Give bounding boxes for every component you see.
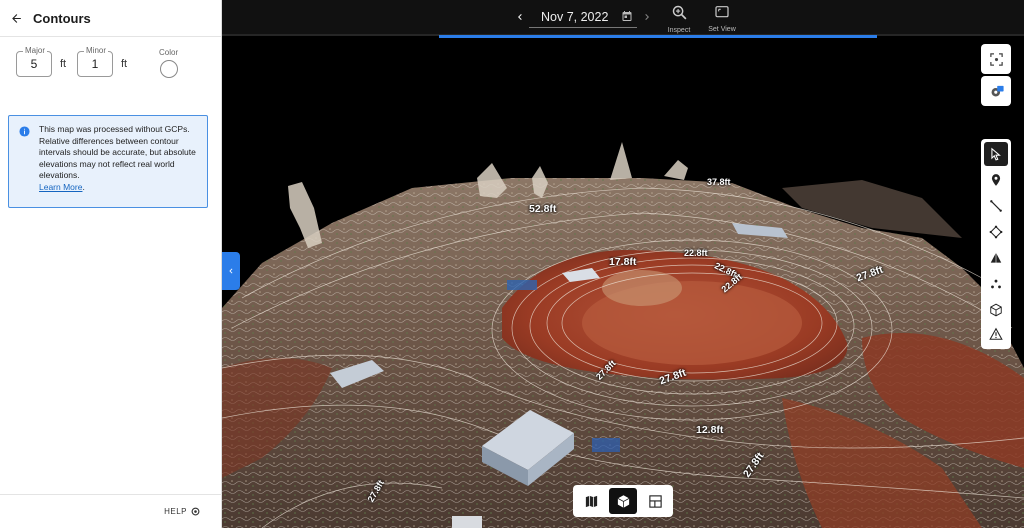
- contour-label: 22.8ft: [684, 248, 708, 258]
- mound-light-patch: [602, 270, 682, 306]
- terrain-3d-view[interactable]: [222, 38, 1024, 528]
- set-view-icon: [715, 6, 729, 18]
- split-layout-icon: [648, 494, 662, 508]
- recenter-button[interactable]: [981, 44, 1011, 74]
- contour-label: 52.8ft: [529, 203, 557, 215]
- set-view-button[interactable]: Set View: [702, 4, 742, 34]
- chevron-left-icon: [518, 14, 522, 20]
- previous-date-button[interactable]: [512, 9, 528, 25]
- cube-icon: [990, 303, 1002, 317]
- help-circle-icon: [191, 507, 200, 516]
- calendar-icon: [622, 11, 632, 21]
- chevron-left-icon: [229, 268, 233, 274]
- inspect-button[interactable]: Inspect: [659, 4, 699, 34]
- minor-interval-field[interactable]: Minor: [77, 45, 113, 77]
- arrow-left-icon: [11, 13, 21, 23]
- minor-interval-label: Minor: [84, 45, 109, 56]
- select-tool[interactable]: [984, 142, 1008, 166]
- 3d-view-button[interactable]: [609, 488, 637, 514]
- 3d-model-tool[interactable]: [984, 298, 1008, 322]
- collapse-panel-button[interactable]: [222, 252, 240, 290]
- location-pin-tool[interactable]: [984, 168, 1008, 192]
- minor-unit: ft: [121, 58, 128, 70]
- map-pin-icon: [991, 174, 1001, 186]
- help-button[interactable]: HELP: [164, 507, 200, 516]
- area-tool[interactable]: [984, 220, 1008, 244]
- chevron-right-icon: [645, 14, 649, 20]
- map-viewport: 52.8ft 37.8ft 22.8ft 17.8ft 22.8ft 22.8f…: [222, 0, 1024, 528]
- cube-icon: [617, 494, 629, 508]
- help-label: HELP: [164, 507, 187, 516]
- issue-tool[interactable]: [984, 322, 1008, 346]
- map-icon: [585, 495, 597, 507]
- date-toolbar: Nov 7, 2022 Inspect Set View: [222, 0, 1024, 36]
- polygon-icon: [989, 225, 1003, 239]
- back-button[interactable]: [8, 10, 24, 26]
- set-view-label: Set View: [708, 26, 736, 33]
- stockpile-icon: [990, 252, 1002, 263]
- contour-label: 12.8ft: [696, 424, 724, 436]
- contour-label: 37.8ft: [707, 177, 731, 187]
- date-selector[interactable]: Nov 7, 2022: [529, 7, 637, 28]
- dots-icon: [991, 279, 1001, 289]
- major-unit: ft: [60, 58, 67, 70]
- date-value: Nov 7, 2022: [541, 10, 609, 24]
- layer-settings-button[interactable]: [981, 76, 1011, 106]
- point-count-tool[interactable]: [984, 272, 1008, 296]
- zoom-in-icon: [672, 5, 686, 20]
- panel-header: Contours: [0, 0, 221, 37]
- view-mode-switcher: [573, 485, 673, 517]
- line-tool[interactable]: [984, 194, 1008, 218]
- cursor-icon: [991, 147, 1001, 161]
- 2d-map-view-button[interactable]: [577, 488, 605, 514]
- warning-icon: [989, 327, 1003, 340]
- split-view-button[interactable]: [641, 488, 669, 514]
- contour-label: 17.8ft: [609, 256, 637, 268]
- focus-frame-icon: [989, 52, 1003, 66]
- contours-panel: Contours Major ft Minor ft Color This ma…: [0, 0, 222, 528]
- panel-footer: HELP: [0, 494, 222, 528]
- gear-icon: [991, 85, 1004, 96]
- major-interval-field[interactable]: Major: [16, 45, 52, 77]
- gcp-info-box: This map was processed without GCPs. Rel…: [8, 115, 208, 208]
- info-text: This map was processed without GCPs. Rel…: [39, 124, 196, 180]
- color-picker[interactable]: [160, 60, 178, 78]
- app-window: Contours Major ft Minor ft Color This ma…: [0, 0, 1024, 528]
- color-label: Color: [159, 48, 179, 57]
- learn-more-link[interactable]: Learn More: [39, 182, 82, 192]
- info-period: .: [82, 181, 85, 192]
- inspect-label: Inspect: [667, 27, 691, 34]
- volume-tool[interactable]: [984, 246, 1008, 270]
- line-measure-icon: [990, 200, 1002, 212]
- major-interval-label: Major: [23, 45, 48, 56]
- measurement-toolbar: [981, 139, 1011, 349]
- loading-progress-bar: [439, 35, 877, 38]
- next-date-button[interactable]: [639, 9, 655, 25]
- panel-title: Contours: [33, 10, 91, 26]
- info-icon: [19, 126, 30, 137]
